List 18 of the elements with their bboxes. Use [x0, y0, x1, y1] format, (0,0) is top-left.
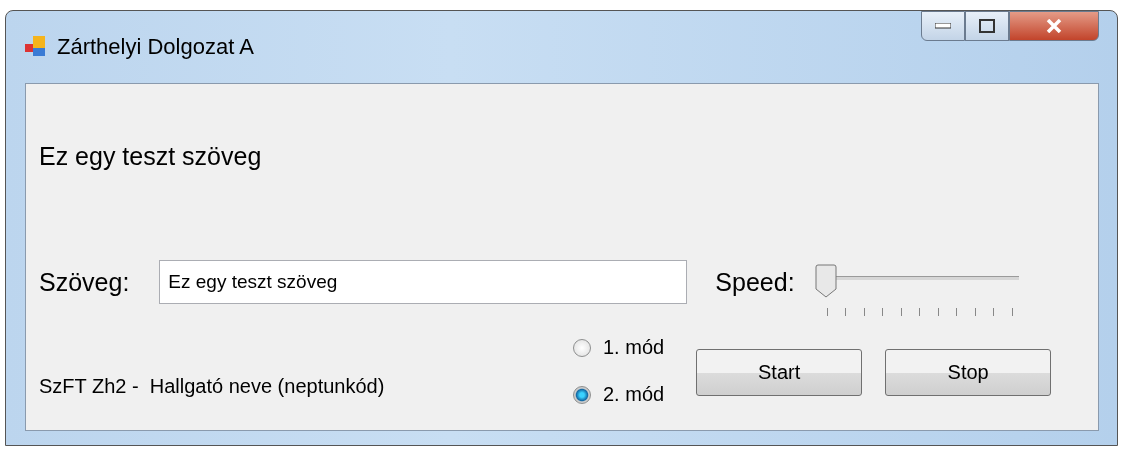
- window-title: Zárthelyi Dolgozat A: [57, 34, 254, 60]
- speed-label: Speed:: [715, 267, 795, 297]
- field-label: Szöveg:: [39, 267, 130, 297]
- minimize-icon: [935, 23, 951, 29]
- close-icon: [1045, 19, 1063, 33]
- text-field[interactable]: Ez egy teszt szöveg: [159, 260, 688, 304]
- radio-button[interactable]: 1. mód: [573, 336, 665, 359]
- maximize-icon: [979, 19, 995, 33]
- app-icon: [25, 36, 47, 58]
- close-button[interactable]: [1009, 11, 1099, 41]
- radio-button[interactable]: 2. mód: [573, 383, 665, 406]
- start-button[interactable]: Start: [696, 349, 863, 396]
- heading-label: Ez egy teszt szöveg: [39, 142, 262, 170]
- stop-button[interactable]: Stop: [885, 349, 1052, 396]
- minimize-button[interactable]: [921, 11, 965, 41]
- slider-thumb[interactable]: [814, 264, 837, 298]
- maximize-button[interactable]: [965, 11, 1009, 41]
- student-label: SzFT Zh2 - Hallgató neve (neptunkód): [39, 375, 386, 398]
